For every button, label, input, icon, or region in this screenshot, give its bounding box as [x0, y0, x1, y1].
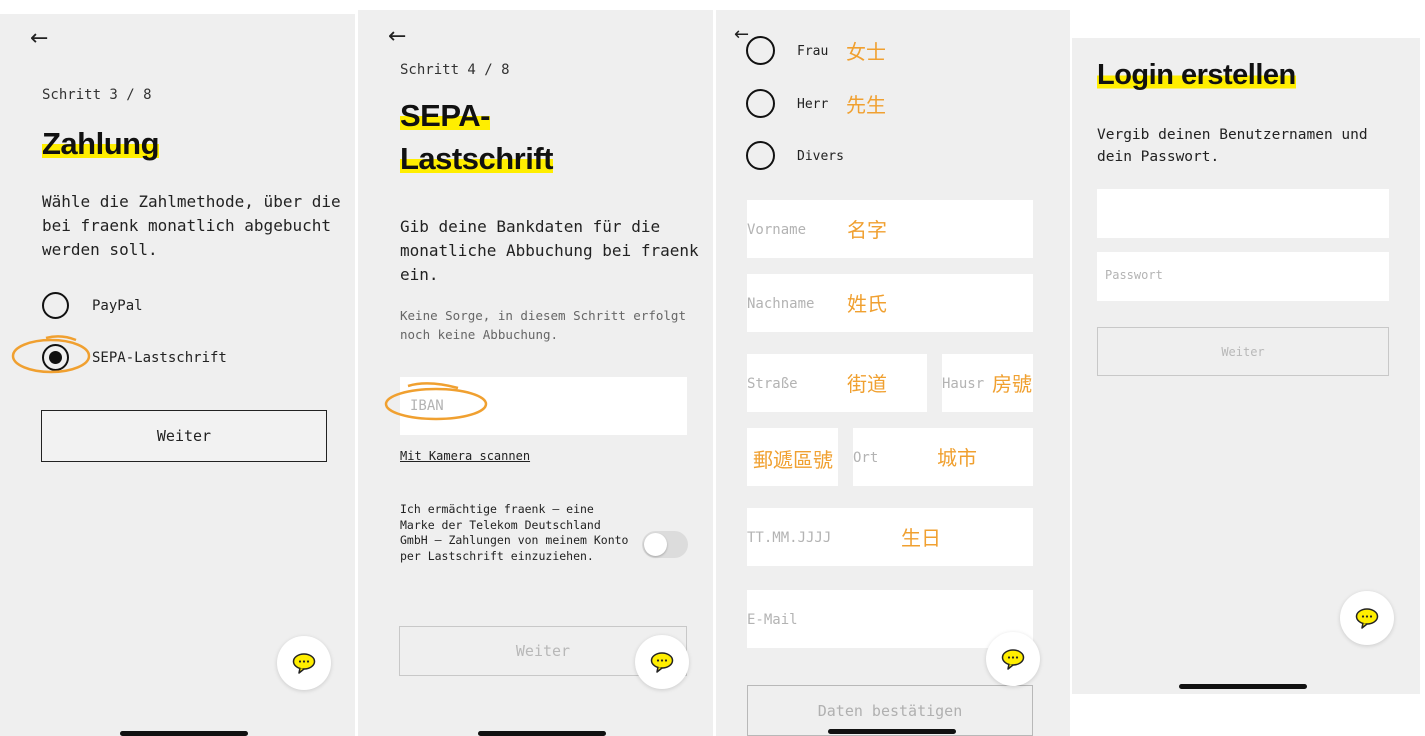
scan-with-camera-link[interactable]: Mit Kamera scannen — [400, 449, 530, 463]
page-title: SEPA- Lastschrift — [400, 98, 553, 176]
house-number-input[interactable]: Hausr 房號 — [942, 354, 1033, 412]
chat-bubble-icon — [650, 652, 674, 673]
option-paypal[interactable]: PayPal — [42, 292, 242, 322]
first-name-placeholder: Vorname — [747, 222, 807, 238]
last-name-input[interactable]: Nachname 姓氏 — [747, 274, 1033, 332]
password-placeholder: Passwort — [1105, 268, 1163, 282]
salutation-herr[interactable]: Herr 先生 — [746, 88, 996, 120]
sepa-label: SEPA-Lastschrift — [92, 350, 227, 366]
city-placeholder: Ort — [853, 450, 879, 466]
page-title: Zahlung — [42, 126, 160, 161]
annotation-circle-icon — [384, 382, 488, 421]
house-number-placeholder: Hausr — [942, 376, 985, 392]
home-indicator — [120, 731, 248, 736]
city-input[interactable]: Ort 城市 — [853, 428, 1033, 486]
page-description: Wähle die Zahlmethode, über die bei frae… — [42, 192, 341, 259]
paypal-label: PayPal — [92, 298, 143, 314]
frau-radio[interactable] — [746, 36, 775, 65]
frau-annotation: 女士 — [846, 40, 886, 64]
birthdate-input[interactable]: TT.MM.JJJJ 生日 — [747, 508, 1033, 566]
city-annotation: 城市 — [937, 446, 977, 470]
postal-code-input[interactable]: 郵遞區號 — [747, 428, 838, 486]
street-placeholder: Straße — [747, 376, 798, 392]
step-indicator: Schritt 3 / 8 — [42, 87, 152, 103]
first-name-annotation: 名字 — [847, 218, 887, 242]
home-indicator — [478, 731, 606, 736]
email-placeholder: E-Mail — [747, 612, 798, 628]
salutation-frau[interactable]: Frau 女士 — [746, 35, 996, 67]
herr-label: Herr — [797, 97, 829, 112]
house-number-annotation: 房號 — [992, 372, 1032, 396]
paypal-radio[interactable] — [42, 292, 69, 319]
sepa-screen: ← Schritt 4 / 8 SEPA- Lastschrift Gib de… — [358, 10, 713, 736]
payment-screen: ← Schritt 3 / 8 Zahlung Wähle die Zahlme… — [0, 14, 355, 736]
username-input[interactable] — [1097, 189, 1389, 238]
step-indicator: Schritt 4 / 8 — [400, 62, 510, 78]
password-input[interactable]: Passwort — [1097, 252, 1389, 301]
herr-radio[interactable] — [746, 89, 775, 118]
postal-code-annotation: 郵遞區號 — [753, 448, 833, 472]
street-input[interactable]: Straße 街道 — [747, 354, 927, 412]
personal-data-screen: ← Frau 女士 Herr 先生 Divers Vorname 名字 Nach… — [716, 10, 1070, 736]
chat-button[interactable] — [277, 636, 331, 690]
chat-bubble-icon — [1001, 649, 1025, 670]
divers-label: Divers — [797, 149, 844, 164]
back-arrow-icon[interactable]: ← — [388, 26, 406, 48]
last-name-placeholder: Nachname — [747, 296, 815, 312]
home-indicator — [1179, 684, 1307, 689]
home-indicator — [828, 729, 956, 734]
birthdate-placeholder: TT.MM.JJJJ — [747, 530, 832, 546]
frau-label: Frau — [797, 44, 829, 59]
chat-button[interactable] — [635, 635, 689, 689]
annotation-circle-icon — [11, 335, 91, 374]
salutation-divers[interactable]: Divers — [746, 140, 996, 172]
divers-radio[interactable] — [746, 141, 775, 170]
email-input[interactable]: E-Mail — [747, 590, 1033, 648]
chat-button[interactable] — [986, 632, 1040, 686]
info-note: Keine Sorge, in diesem Schritt erfolgt n… — [400, 308, 686, 342]
back-arrow-icon[interactable]: ← — [30, 28, 48, 50]
chat-bubble-icon — [1355, 608, 1379, 629]
continue-button[interactable]: Weiter — [1097, 327, 1389, 376]
page-description: Gib deine Bankdaten für die monatliche A… — [400, 217, 699, 284]
street-annotation: 街道 — [847, 372, 887, 396]
page-description: Vergib deinen Benutzernamen und dein Pas… — [1097, 127, 1368, 165]
create-login-screen: Login erstellen Vergib deinen Benutzerna… — [1072, 38, 1420, 694]
chat-button[interactable] — [1340, 591, 1394, 645]
toggle-knob — [644, 533, 667, 556]
mandate-toggle[interactable] — [642, 531, 688, 558]
herr-annotation: 先生 — [846, 93, 886, 117]
chat-bubble-icon — [292, 653, 316, 674]
continue-button[interactable]: Weiter — [41, 410, 327, 462]
sepa-mandate-text: Ich ermächtige fraenk – eine Marke der T… — [400, 502, 629, 563]
first-name-input[interactable]: Vorname 名字 — [747, 200, 1033, 258]
page-title: Login erstellen — [1097, 59, 1296, 91]
last-name-annotation: 姓氏 — [847, 292, 887, 316]
birthdate-annotation: 生日 — [901, 526, 941, 550]
